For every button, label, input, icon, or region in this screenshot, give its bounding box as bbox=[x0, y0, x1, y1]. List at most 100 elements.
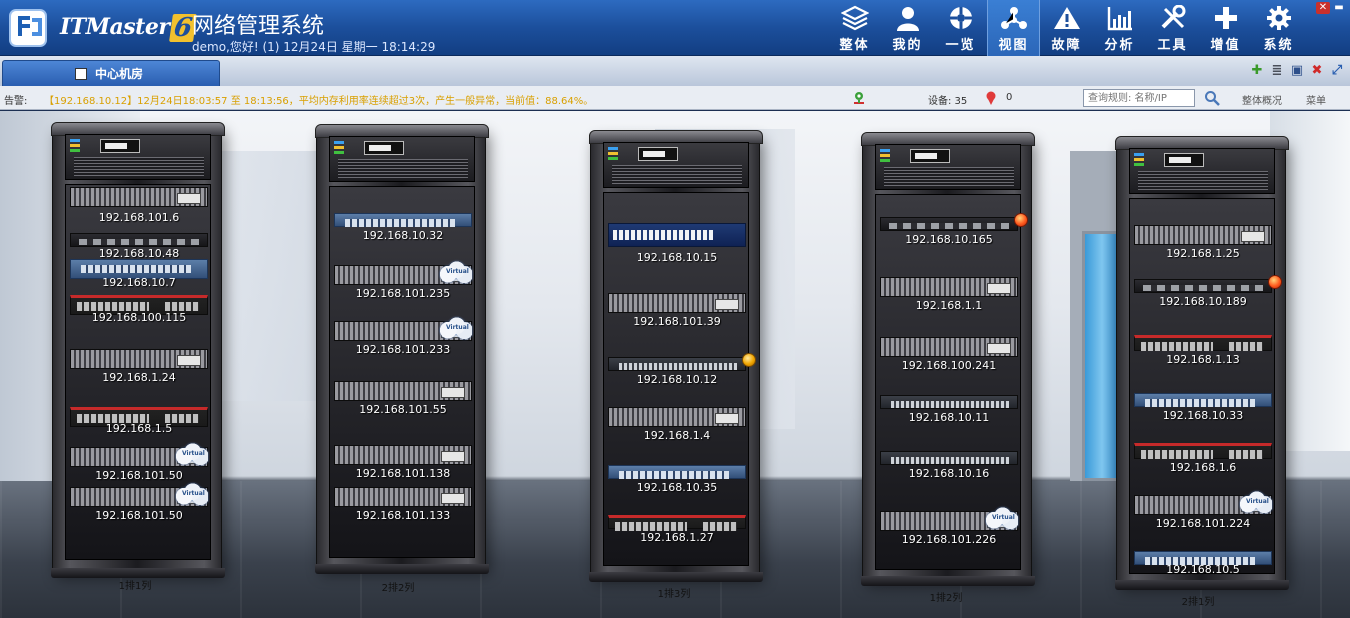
add-icon[interactable]: ✚ bbox=[1250, 64, 1264, 78]
window-controls: ✕ ▬ bbox=[1316, 2, 1346, 14]
rack-body: 192.168.101.6 192.168.10.48 192.168.10.7… bbox=[65, 184, 211, 560]
device-chassis bbox=[334, 213, 472, 227]
virtual-cloud-icon: Virtual bbox=[174, 443, 208, 465]
nav-tools[interactable]: 工具 bbox=[1146, 0, 1199, 56]
app-header: ITMaster 6 网络管理系统 demo,您好! (1) 12月24日 星期一… bbox=[0, 0, 1350, 56]
device-ip: 192.168.101.39 bbox=[633, 315, 721, 328]
server-rack[interactable]: 192.168.10.15 192.168.101.39 192.168.10.… bbox=[589, 130, 763, 582]
device-chassis bbox=[880, 451, 1018, 465]
rack-foot bbox=[1115, 580, 1289, 590]
device-ip: 192.168.10.11 bbox=[908, 411, 990, 424]
device-ip: 192.168.10.12 bbox=[636, 373, 718, 386]
rack-header bbox=[1129, 148, 1275, 194]
rack-leds-icon bbox=[70, 139, 80, 153]
alert-bar: 告警: 【192.168.10.12】12月24日18:03:57 至 18:1… bbox=[0, 86, 1350, 110]
device-ip: 192.168.101.133 bbox=[355, 509, 451, 522]
device-ip: 192.168.1.6 bbox=[1169, 461, 1237, 474]
minimize-icon[interactable]: ▬ bbox=[1332, 2, 1346, 14]
device-chassis bbox=[70, 233, 208, 247]
rack-leds-icon bbox=[608, 147, 618, 161]
search-icon[interactable] bbox=[1204, 90, 1220, 106]
rack-label: 1排1列 bbox=[118, 581, 152, 592]
device-chassis bbox=[880, 217, 1018, 231]
close-icon[interactable]: ✕ bbox=[1316, 2, 1330, 14]
tools-icon bbox=[1161, 5, 1185, 29]
device-chassis bbox=[1134, 393, 1272, 407]
topology-icon bbox=[1000, 7, 1027, 29]
virtual-cloud-icon: Virtual bbox=[984, 507, 1018, 529]
device-ip: 192.168.101.233 bbox=[355, 343, 451, 356]
device-chassis bbox=[608, 357, 746, 371]
rack-body: 192.168.1.25 192.168.10.189 192.168.1.13… bbox=[1129, 198, 1282, 576]
device-chassis bbox=[880, 277, 1018, 297]
nav-label: 系统 bbox=[1263, 38, 1294, 53]
server-rack[interactable]: 192.168.10.165 192.168.1.1 192.168.100.2… bbox=[861, 132, 1035, 586]
rack-badge bbox=[638, 147, 678, 161]
device-ip: 192.168.10.5 bbox=[1166, 563, 1240, 576]
device-chassis bbox=[70, 349, 208, 369]
virtual-cloud-icon: Virtual bbox=[438, 317, 472, 339]
save-icon[interactable]: ▣ bbox=[1290, 64, 1304, 78]
main-nav: 整体 我的 一览 视图 故障 分析 工具 增值 系统 bbox=[828, 0, 1305, 56]
gear-icon bbox=[1266, 6, 1291, 30]
overview-link[interactable]: 整体概况 bbox=[1242, 92, 1282, 107]
rack-body: 192.168.10.32 Virtual 192.168.101.235 Vir… bbox=[329, 186, 475, 558]
device-ip: 192.168.101.226 bbox=[901, 533, 997, 546]
alarm-pin-icon[interactable] bbox=[986, 91, 996, 105]
brand-name: ITMaster 6 bbox=[60, 13, 197, 43]
location-icon[interactable] bbox=[852, 91, 866, 105]
device-chassis bbox=[608, 515, 746, 531]
error-alert-icon[interactable] bbox=[1268, 275, 1282, 289]
tab-center-room[interactable]: 中心机房 bbox=[2, 60, 220, 86]
device-ip: 192.168.1.4 bbox=[643, 429, 711, 442]
rack-label: 1排3列 bbox=[657, 589, 691, 600]
nav-label: 视图 bbox=[998, 38, 1029, 53]
delete-icon[interactable]: ✖ bbox=[1310, 64, 1324, 78]
list-edit-icon[interactable]: ≣ bbox=[1270, 64, 1284, 78]
server-rack[interactable]: 192.168.1.25 192.168.10.189 192.168.1.13… bbox=[1115, 136, 1289, 590]
device-ip: 192.168.10.33 bbox=[1162, 409, 1244, 422]
error-alert-icon[interactable] bbox=[1014, 213, 1028, 227]
device-ip: 192.168.101.235 bbox=[355, 287, 451, 300]
device-chassis bbox=[1134, 225, 1272, 245]
device-chassis bbox=[1134, 443, 1272, 459]
nav-mine[interactable]: 我的 bbox=[881, 0, 934, 56]
rack-leds-icon bbox=[334, 141, 344, 155]
device-ip: 192.168.100.241 bbox=[901, 359, 997, 372]
nav-label: 分析 bbox=[1104, 38, 1135, 53]
device-chassis bbox=[608, 407, 746, 427]
app-title: 网络管理系统 bbox=[192, 13, 325, 38]
alert-message[interactable]: 【192.168.10.12】12月24日18:03:57 至 18:13:56… bbox=[44, 92, 604, 107]
device-ip: 192.168.1.13 bbox=[1166, 353, 1240, 366]
search-input[interactable] bbox=[1083, 89, 1195, 107]
server-rack[interactable]: 192.168.10.32 Virtual 192.168.101.235 Vir… bbox=[315, 124, 489, 574]
nav-label: 故障 bbox=[1051, 38, 1082, 53]
warning-alert-icon[interactable] bbox=[742, 353, 756, 367]
device-count: 设备: 35 bbox=[928, 96, 968, 107]
tab-toolbar: ✚ ≣ ▣ ✖ ⤢ bbox=[1250, 64, 1344, 78]
rack-leds-icon bbox=[1134, 153, 1144, 167]
expand-icon[interactable]: ⤢ bbox=[1330, 64, 1344, 78]
device-ip: 192.168.101.55 bbox=[359, 403, 447, 416]
warning-icon bbox=[1053, 7, 1080, 29]
rack-leds-icon bbox=[880, 149, 890, 163]
nav-analysis[interactable]: 分析 bbox=[1093, 0, 1146, 56]
plus-icon bbox=[1214, 7, 1237, 29]
device-chassis bbox=[608, 293, 746, 313]
nav-value-added[interactable]: 增值 bbox=[1199, 0, 1252, 56]
device-ip: 192.168.10.165 bbox=[905, 233, 993, 246]
nav-fault[interactable]: 故障 bbox=[1040, 0, 1093, 56]
nav-system[interactable]: 系统 bbox=[1252, 0, 1305, 56]
nav-overall[interactable]: 整体 bbox=[828, 0, 881, 56]
nav-view[interactable]: 视图 bbox=[987, 0, 1040, 56]
rack-badge bbox=[100, 139, 140, 153]
rack-vent bbox=[338, 159, 468, 179]
server-rack[interactable]: 192.168.101.6 192.168.10.48 192.168.10.7… bbox=[51, 122, 225, 578]
nav-label: 工具 bbox=[1157, 38, 1188, 53]
device-ip: 192.168.101.6 bbox=[98, 211, 180, 224]
device-ip: 192.168.1.27 bbox=[640, 531, 714, 544]
document-icon bbox=[75, 67, 87, 80]
nav-list[interactable]: 一览 bbox=[934, 0, 987, 56]
menu-link[interactable]: 菜单 bbox=[1306, 92, 1326, 107]
app-logo-icon bbox=[9, 9, 47, 47]
